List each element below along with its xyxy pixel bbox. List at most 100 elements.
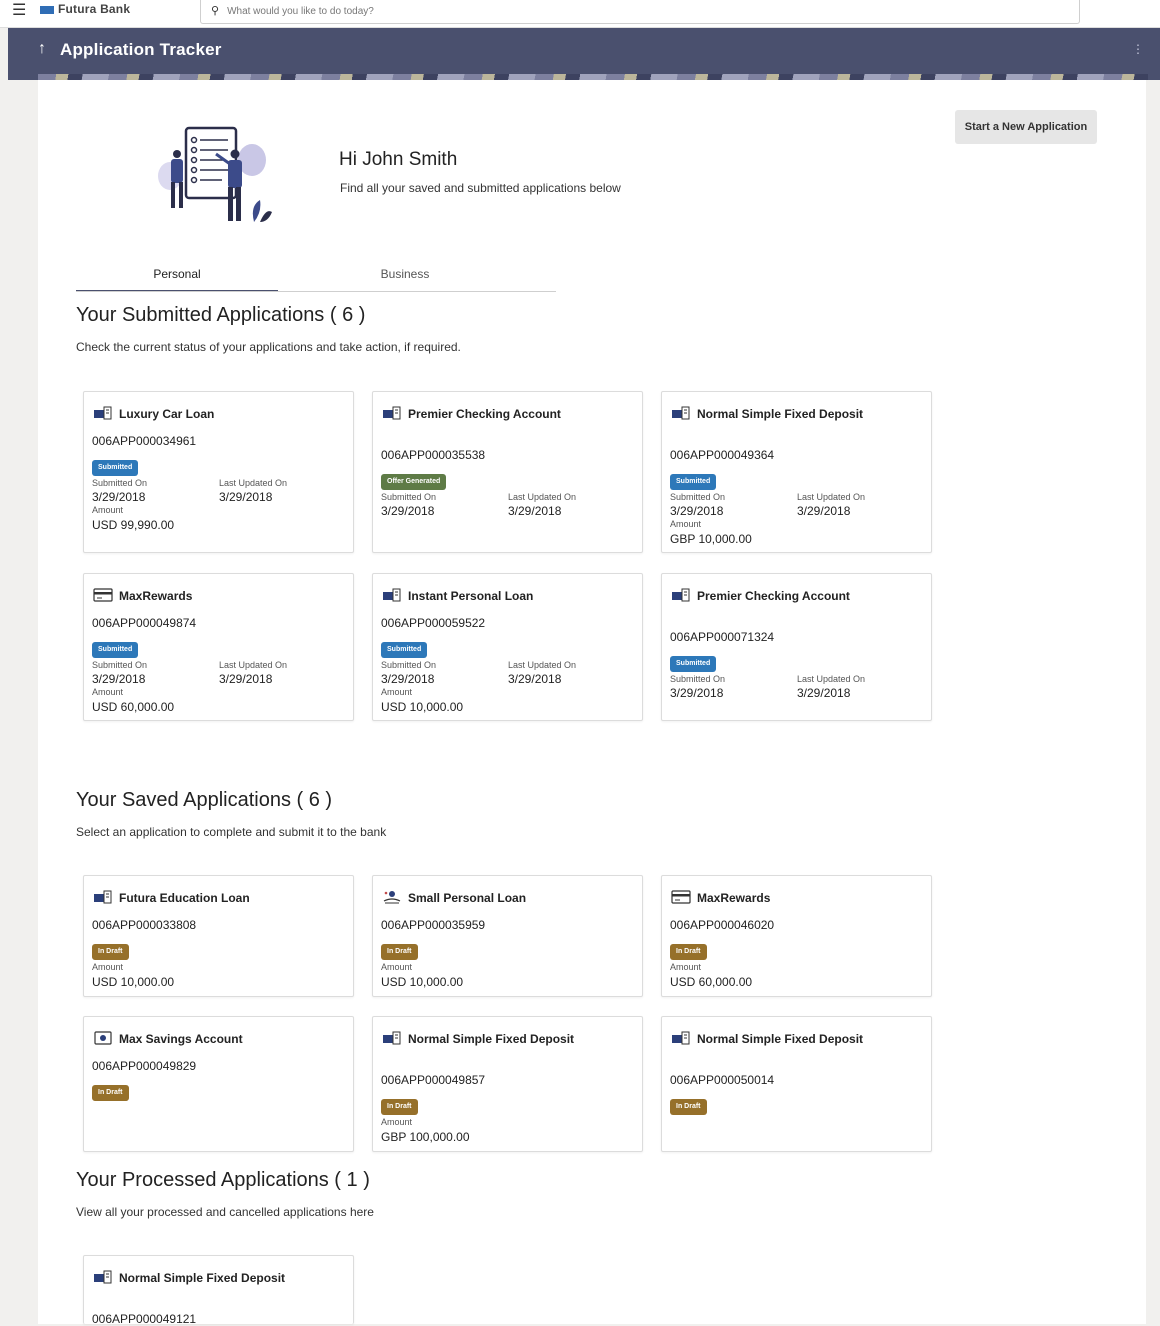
processed-section-subtitle: View all your processed and cancelled ap…	[76, 1205, 374, 1219]
last-updated-label: Last Updated On	[797, 492, 866, 502]
status-badge: In Draft	[381, 944, 418, 960]
application-card[interactable]: Normal Simple Fixed Deposit 006APP000049…	[372, 1016, 643, 1152]
hamburger-menu-icon[interactable]: ☰	[12, 3, 32, 20]
application-card[interactable]: Normal Simple Fixed Deposit 006APP000049…	[83, 1255, 354, 1326]
application-card[interactable]: Premier Checking Account 006APP000035538…	[372, 391, 643, 553]
status-badge: Submitted	[92, 460, 139, 476]
status-badge: Submitted	[381, 642, 428, 658]
last-updated-label: Last Updated On	[797, 674, 866, 684]
last-updated-value: 3/29/2018	[508, 672, 562, 686]
application-tracker-illustration	[156, 124, 274, 232]
personal-loan-icon	[382, 889, 402, 905]
loan-icon	[93, 889, 113, 905]
amount-label: Amount	[670, 519, 702, 529]
amount-value: USD 60,000.00	[92, 700, 175, 714]
amount-value: GBP 100,000.00	[381, 1130, 470, 1144]
savings-account-icon	[93, 1030, 113, 1046]
amount-value: USD 10,000.00	[92, 975, 175, 989]
greeting-subtitle: Find all your saved and submitted applic…	[340, 181, 621, 195]
application-card[interactable]: Small Personal Loan 006APP000035959 In D…	[372, 875, 643, 997]
greeting-title: Hi John Smith	[339, 149, 458, 170]
last-updated-label: Last Updated On	[508, 492, 577, 502]
submitted-on-value: 3/29/2018	[381, 504, 435, 518]
amount-label: Amount	[381, 1117, 413, 1127]
application-reference: 006APP000059522	[381, 616, 486, 630]
segment-tabs: Personal Business	[76, 262, 556, 292]
tabs-divider	[76, 291, 556, 292]
more-options-icon[interactable]: ⋮	[1132, 42, 1144, 56]
application-card[interactable]: Instant Personal Loan 006APP000059522 Su…	[372, 573, 643, 721]
tab-business[interactable]: Business	[278, 262, 532, 292]
application-card[interactable]: Futura Education Loan 006APP000033808 In…	[83, 875, 354, 997]
application-reference: 006APP000049857	[381, 1073, 486, 1087]
brand-name: Futura Bank	[58, 2, 131, 16]
deposit-icon	[93, 1269, 113, 1285]
search-input[interactable]: ⚲ What would you like to do today?	[200, 0, 1080, 24]
last-updated-value: 3/29/2018	[797, 686, 851, 700]
page-title: Application Tracker	[60, 40, 222, 59]
application-name: Instant Personal Loan	[408, 589, 534, 603]
submitted-on-value: 3/29/2018	[670, 504, 724, 518]
application-name: Premier Checking Account	[408, 407, 561, 421]
search-icon: ⚲	[211, 5, 220, 17]
saved-section-subtitle: Select an application to complete and su…	[76, 825, 387, 839]
start-new-application-button[interactable]: Start a New Application	[955, 110, 1097, 144]
application-name: Normal Simple Fixed Deposit	[408, 1032, 575, 1046]
submitted-section-title: Your Submitted Applications ( 6 )	[76, 304, 366, 326]
status-badge: In Draft	[381, 1099, 418, 1115]
status-badge: In Draft	[92, 944, 129, 960]
application-card[interactable]: MaxRewards 006APP000049874 Submitted Sub…	[83, 573, 354, 721]
logo-icon	[40, 5, 54, 14]
account-icon	[671, 587, 691, 603]
application-reference: 006APP000049364	[670, 448, 775, 462]
application-reference: 006APP000035538	[381, 448, 486, 462]
submitted-on-value: 3/29/2018	[92, 490, 146, 504]
submitted-section-subtitle: Check the current status of your applica…	[76, 340, 461, 354]
deposit-icon	[382, 1030, 402, 1046]
application-reference: 006APP000071324	[670, 630, 775, 644]
application-name: Max Savings Account	[119, 1032, 243, 1046]
application-reference: 006APP000050014	[670, 1073, 775, 1087]
application-name: Normal Simple Fixed Deposit	[119, 1271, 286, 1285]
loan-icon	[93, 405, 113, 421]
back-arrow-icon[interactable]: ↑	[38, 40, 46, 58]
amount-label: Amount	[92, 962, 124, 972]
application-card[interactable]: Normal Simple Fixed Deposit 006APP000049…	[661, 391, 932, 553]
amount-value: GBP 10,000.00	[670, 532, 752, 546]
application-reference: 006APP000049874	[92, 616, 197, 630]
amount-label: Amount	[381, 962, 413, 972]
submitted-on-label: Submitted On	[381, 660, 437, 670]
application-card[interactable]: MaxRewards 006APP000046020 In Draft Amou…	[661, 875, 932, 997]
amount-value: USD 60,000.00	[670, 975, 753, 989]
application-name: Small Personal Loan	[408, 891, 527, 905]
last-updated-value: 3/29/2018	[219, 672, 273, 686]
status-badge: Offer Generated	[381, 474, 447, 490]
amount-value: USD 10,000.00	[381, 700, 464, 714]
application-card[interactable]: Premier Checking Account 006APP000071324…	[661, 573, 932, 721]
page-header: ↑ Application Tracker ⋮	[8, 28, 1160, 80]
application-reference: 006APP000046020	[670, 918, 775, 932]
amount-label: Amount	[92, 687, 124, 697]
tab-personal[interactable]: Personal	[76, 262, 278, 292]
processed-section-title: Your Processed Applications ( 1 )	[76, 1169, 370, 1191]
last-updated-label: Last Updated On	[219, 478, 288, 488]
amount-value: USD 99,990.00	[92, 518, 175, 532]
submitted-on-value: 3/29/2018	[381, 672, 435, 686]
submitted-on-value: 3/29/2018	[670, 686, 724, 700]
submitted-on-label: Submitted On	[670, 492, 726, 502]
amount-label: Amount	[670, 962, 702, 972]
top-bar: ☰ Futura Bank ⚲ What would you like to do…	[0, 0, 1160, 28]
status-badge: In Draft	[670, 1099, 707, 1115]
bank-logo[interactable]: Futura Bank	[40, 2, 130, 16]
submitted-on-label: Submitted On	[92, 660, 148, 670]
status-badge: Submitted	[670, 474, 717, 490]
application-card[interactable]: Luxury Car Loan 006APP000034961 Submitte…	[83, 391, 354, 553]
application-reference: 006APP000049829	[92, 1059, 197, 1073]
application-name: Normal Simple Fixed Deposit	[697, 1032, 864, 1046]
application-reference: 006APP000034961	[92, 434, 197, 448]
application-card[interactable]: Max Savings Account 006APP000049829 In D…	[83, 1016, 354, 1152]
last-updated-value: 3/29/2018	[508, 504, 562, 518]
application-card[interactable]: Normal Simple Fixed Deposit 006APP000050…	[661, 1016, 932, 1152]
application-name: Futura Education Loan	[119, 891, 250, 905]
last-updated-value: 3/29/2018	[219, 490, 273, 504]
